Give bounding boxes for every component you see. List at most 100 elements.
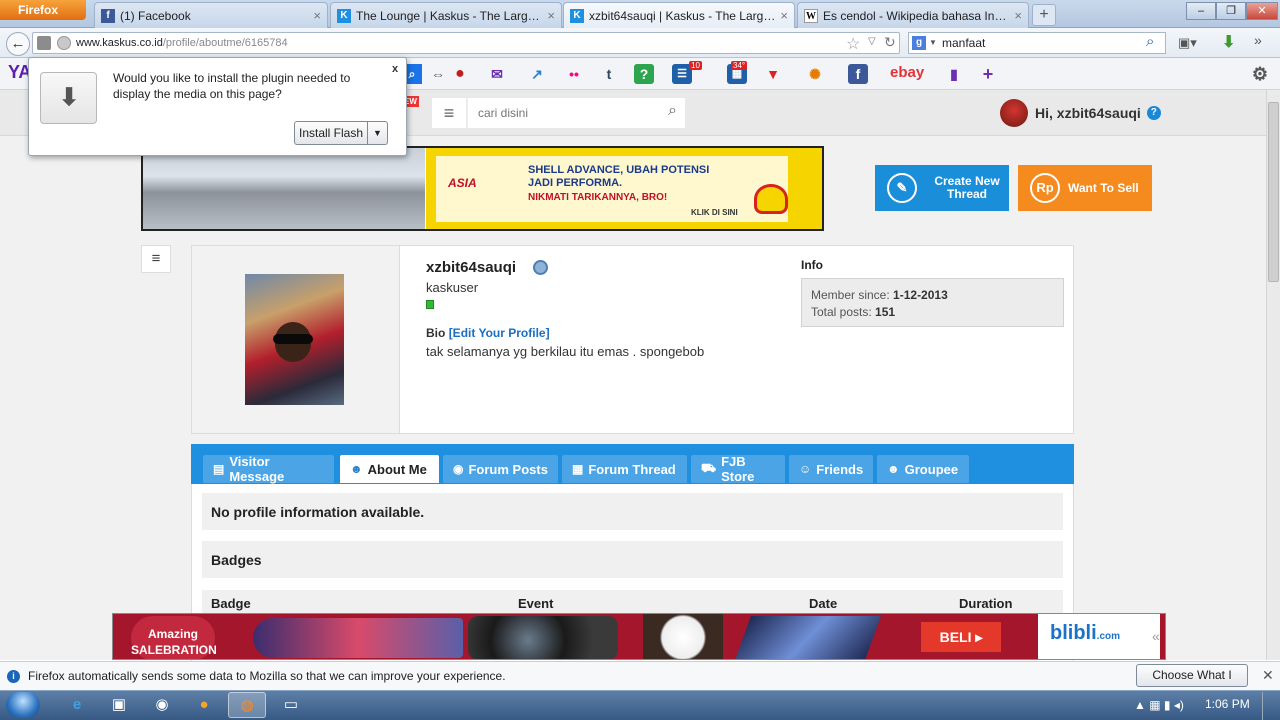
ebay-icon[interactable]: ebay	[890, 64, 924, 81]
close-tab-icon[interactable]: ×	[547, 8, 555, 23]
finder-icon[interactable]: ▣	[100, 692, 138, 718]
menu-icon[interactable]: ≡	[432, 98, 466, 128]
scrollbar-thumb[interactable]	[1268, 102, 1279, 282]
internet-explorer-icon[interactable]: e	[58, 692, 96, 718]
tab-about-me[interactable]: ☻ About Me	[340, 455, 439, 483]
close-notification-icon[interactable]: ✕	[1262, 667, 1274, 684]
window-icon[interactable]: ▭	[272, 692, 310, 718]
install-flash-button[interactable]: Install Flash	[294, 121, 368, 145]
banner-tagline: NIKMATI TARIKANNYA, BRO!	[528, 192, 668, 203]
choose-what-i-share-button[interactable]: Choose What I Share	[1136, 664, 1248, 703]
firefox-taskbar-icon[interactable]: ◍	[228, 692, 266, 718]
search-input[interactable]: manfaat	[942, 36, 985, 50]
want-to-sell-button[interactable]: Rp Want To Sell	[1018, 165, 1152, 211]
maximize-button[interactable]: ❐	[1216, 2, 1246, 20]
comment-icon: ◉	[453, 462, 464, 476]
tab-fjb-store[interactable]: ⛟ FJB Store	[691, 454, 785, 484]
greeting-text[interactable]: Hi, xzbit64sauqi	[1035, 105, 1141, 121]
help-icon[interactable]: ?	[1146, 106, 1161, 120]
banner-cta[interactable]: KLIK DI SINI	[691, 208, 738, 217]
finance-chart-icon[interactable]: ↗	[527, 64, 547, 84]
salebration-logo: Amazing SALEBRATION	[131, 616, 217, 659]
avatar[interactable]	[1000, 99, 1028, 127]
tab-title: Es cendol - Wikipedia bahasa Indones...	[823, 8, 1010, 23]
browser-tab-facebook[interactable]: f (1) Facebook ×	[94, 2, 328, 28]
flickr-icon[interactable]: ••	[564, 64, 584, 84]
search-engine-dropdown-icon[interactable]: ▼	[929, 38, 937, 47]
collapse-ad-icon[interactable]: «	[1152, 628, 1160, 644]
movie-icon[interactable]: ▮	[944, 64, 964, 84]
minimize-button[interactable]: –	[1186, 2, 1216, 20]
media-player-icon[interactable]: ◉	[143, 692, 181, 718]
bookmarks-menu-icon[interactable]: ▣▾	[1178, 35, 1197, 51]
download-icon[interactable]: ⬇	[1222, 32, 1235, 52]
taskbar-clock[interactable]: 1:06 PM	[1205, 697, 1250, 711]
show-desktop-button[interactable]	[1262, 692, 1280, 720]
sun-icon[interactable]: ✺	[805, 64, 825, 84]
facebook-icon: f	[101, 8, 115, 23]
tab-title: (1) Facebook	[120, 8, 191, 23]
close-tab-icon[interactable]: ×	[780, 8, 788, 23]
browser-tab-profile[interactable]: K xzbit64sauqi | Kaskus - The Largest In…	[563, 2, 795, 28]
profile-role: kaskuser	[426, 280, 479, 295]
edit-profile-link[interactable]: [Edit Your Profile]	[449, 326, 550, 340]
notification-bar: i Firefox automatically sends some data …	[0, 661, 1280, 690]
scrollbar[interactable]	[1266, 90, 1280, 660]
start-button[interactable]	[6, 692, 40, 718]
browser-tab-wikipedia[interactable]: W Es cendol - Wikipedia bahasa Indones..…	[797, 2, 1029, 28]
tab-friends[interactable]: ☺ Friends	[789, 455, 873, 483]
tab-groupee[interactable]: ☻ Groupee	[877, 455, 969, 483]
mail-icon[interactable]: ✉	[487, 64, 507, 84]
install-options-dropdown-icon[interactable]: ▼	[367, 121, 388, 145]
url-dropdown-icon[interactable]: ▽	[868, 36, 876, 47]
info-heading: Info	[801, 258, 823, 272]
reload-icon[interactable]: ↻	[884, 34, 896, 51]
close-tab-icon[interactable]: ×	[313, 8, 321, 23]
plugin-icon[interactable]	[37, 36, 51, 50]
add-icon[interactable]: +	[978, 64, 998, 84]
firefox-menu-button[interactable]: Firefox	[0, 0, 86, 20]
bookmark-star-icon[interactable]: ☆	[846, 34, 860, 54]
close-tab-icon[interactable]: ×	[1014, 8, 1022, 23]
news-count-badge: 10	[689, 61, 702, 70]
user-greeting[interactable]: Hi, xzbit64sauqi ?	[1000, 99, 1161, 127]
tumblr-icon[interactable]: t	[599, 64, 619, 84]
column-event: Event	[518, 596, 554, 611]
tab-forum-posts[interactable]: ◉ Forum Posts	[443, 455, 558, 483]
google-icon[interactable]: g	[912, 36, 926, 50]
banner-ad[interactable]: ASIA SHELL ADVANCE, UBAH POTENSI JADI PE…	[141, 146, 824, 231]
new-tab-button[interactable]: +	[1032, 4, 1056, 26]
tab-title: The Lounge | Kaskus - The Largest In...	[356, 8, 544, 23]
answers-icon[interactable]: ?	[634, 64, 654, 84]
site-identity-icon[interactable]	[57, 36, 71, 50]
tab-forum-thread[interactable]: ▦ Forum Thread	[562, 455, 687, 483]
close-icon[interactable]: x	[392, 63, 398, 75]
back-button[interactable]: ←	[6, 32, 30, 56]
buy-button[interactable]: BELI ▸	[921, 622, 1001, 652]
sidebar-toggle-icon[interactable]: ≡	[141, 245, 171, 273]
facebook-icon[interactable]: f	[848, 64, 868, 84]
kaskus-search-input[interactable]	[468, 98, 648, 128]
browser-tab-lounge[interactable]: K The Lounge | Kaskus - The Largest In..…	[330, 2, 562, 28]
cricket-ball-icon[interactable]: ●	[450, 64, 470, 84]
app-icon[interactable]: ●	[185, 692, 223, 718]
search-icon[interactable]: ⌕	[1146, 33, 1154, 50]
url-text[interactable]: www.kaskus.co.id/profile/aboutme/6165784	[76, 37, 288, 49]
tab-visitor-message[interactable]: ▤ Visitor Message	[203, 454, 334, 484]
more-tools-icon[interactable]: »	[1254, 32, 1262, 48]
friends-icon: ☺	[799, 462, 812, 476]
close-window-button[interactable]: ✕	[1246, 2, 1278, 20]
info-icon: i	[7, 669, 20, 683]
tray-icons[interactable]: ▲ ▦ ▮ ◂)	[1134, 698, 1184, 712]
bio-text: tak selamanya yg berkilau itu emas . spo…	[426, 344, 705, 359]
notification-message: Firefox automatically sends some data to…	[28, 669, 506, 683]
gear-icon[interactable]: ⚙	[1250, 64, 1270, 84]
bookmark-icon[interactable]: ▼	[763, 64, 783, 84]
no-profile-info: No profile information available.	[202, 493, 1063, 530]
shoe-image	[253, 618, 463, 658]
expand-icon[interactable]: ⇔	[428, 64, 448, 84]
bottom-ad-banner[interactable]: Amazing SALEBRATION BELI ▸ blibli.com	[112, 613, 1166, 660]
create-new-thread-button[interactable]: ✎ Create New Thread	[875, 165, 1009, 211]
kaskus-search[interactable]: ⌕	[467, 98, 685, 128]
search-icon[interactable]: ⌕	[668, 102, 677, 120]
